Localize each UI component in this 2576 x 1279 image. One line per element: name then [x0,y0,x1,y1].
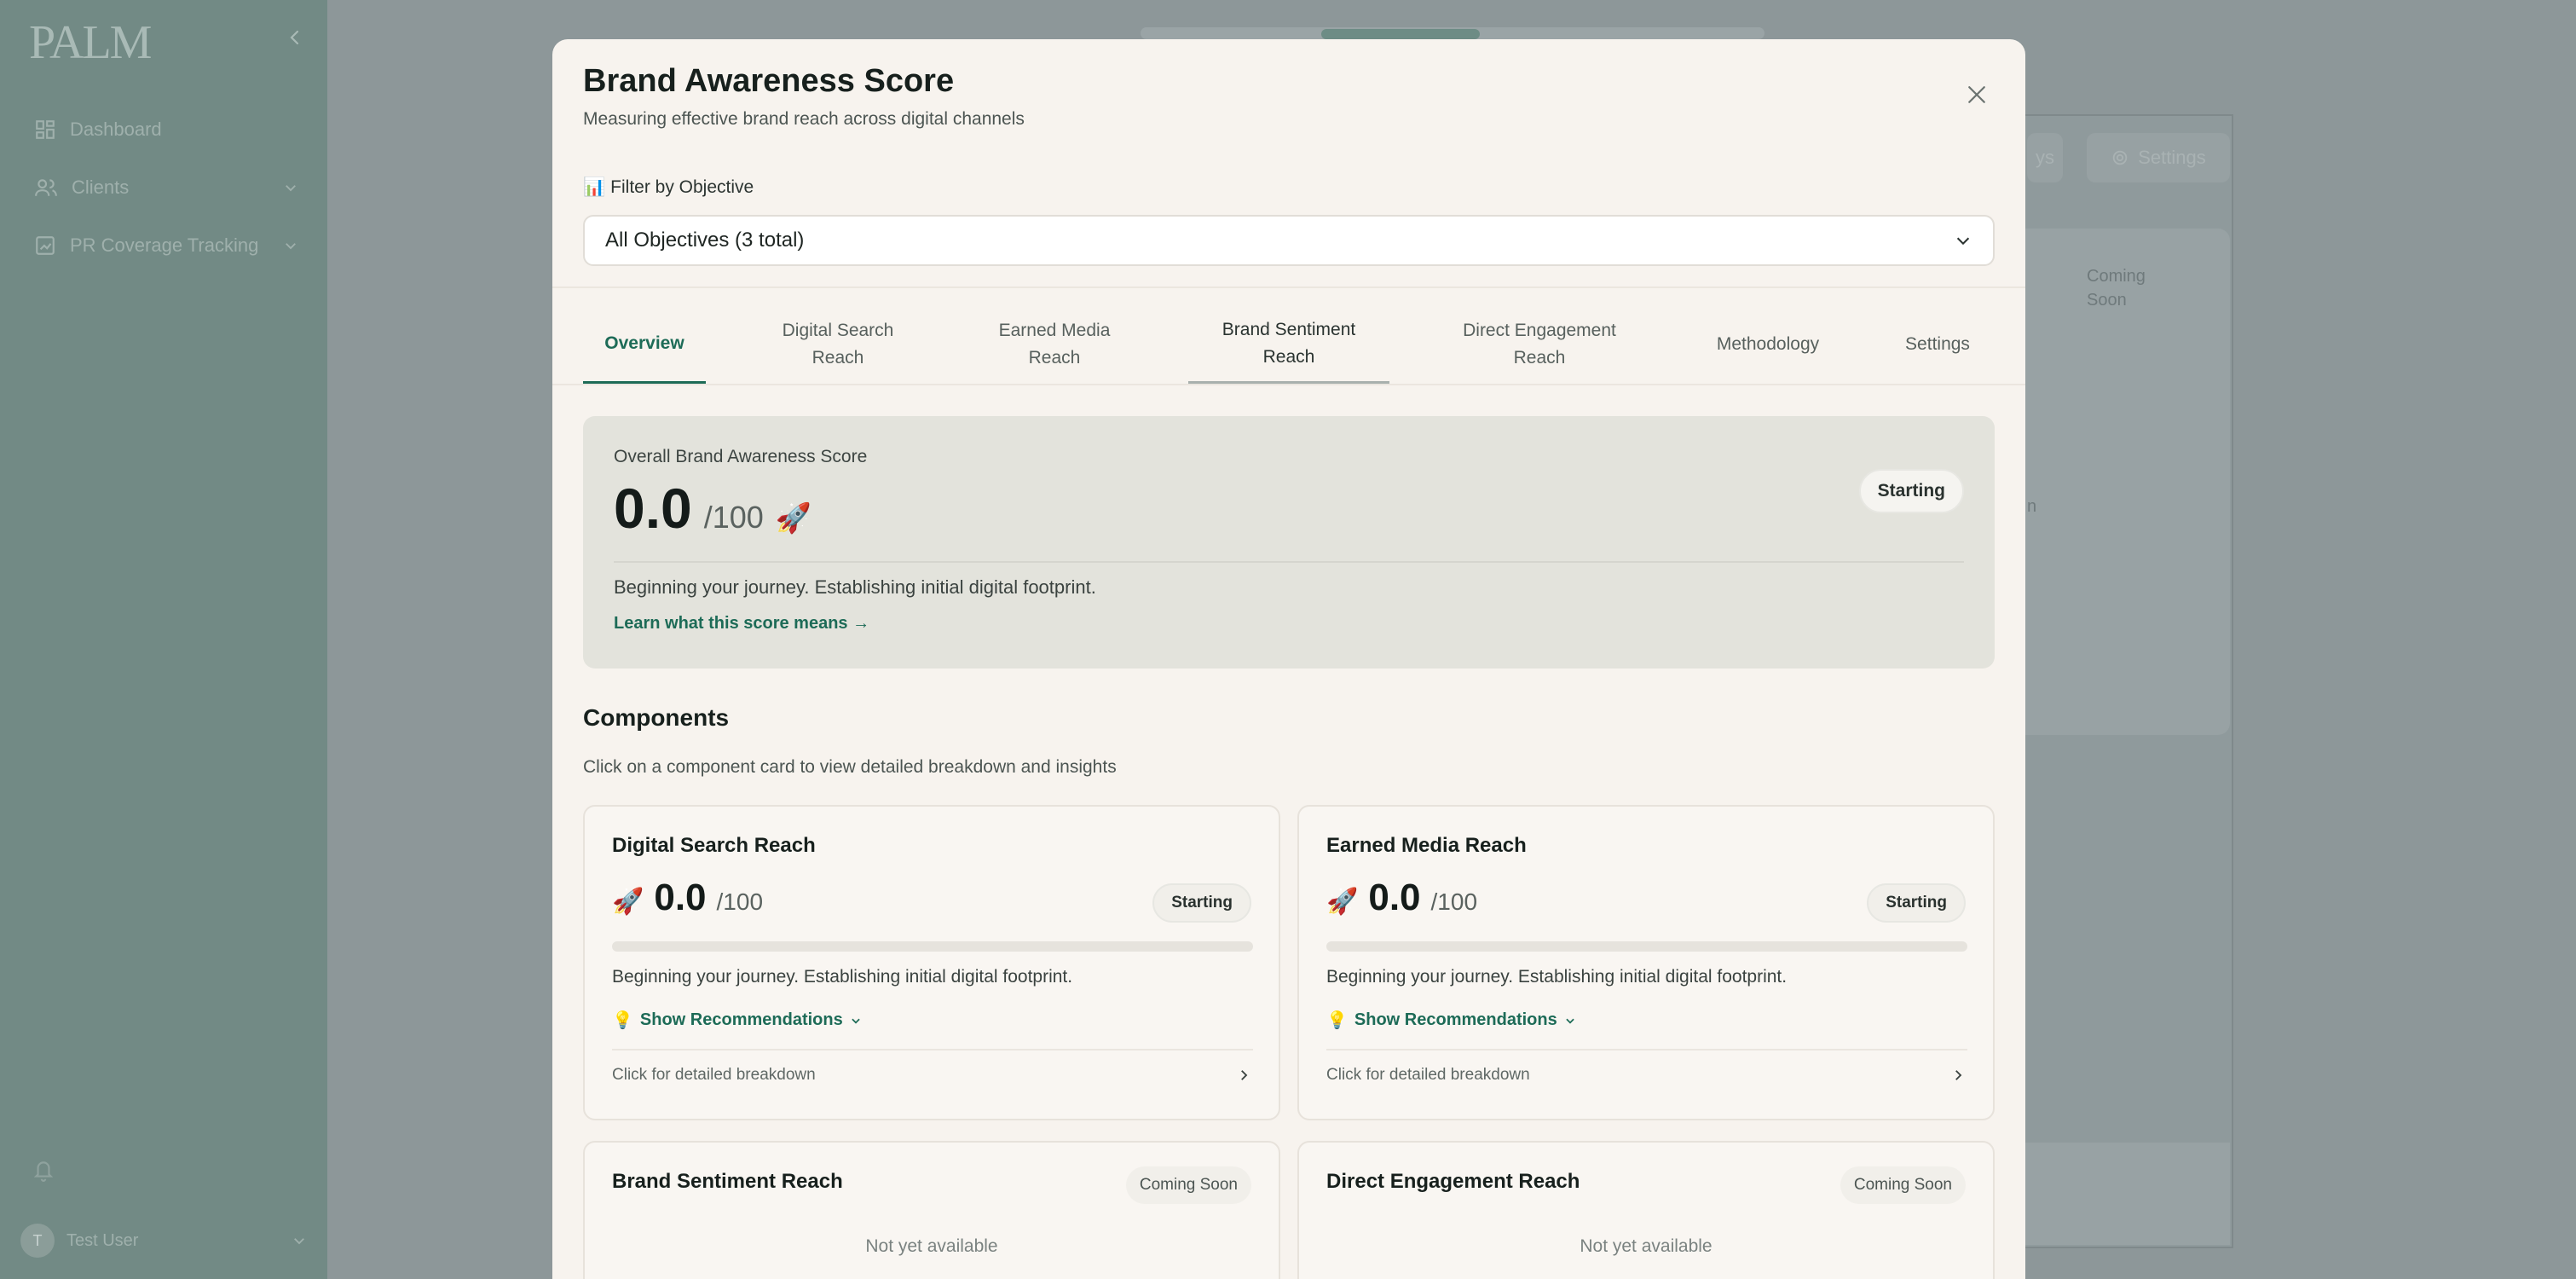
card-divider [612,1049,1253,1050]
progress-bar [612,941,1253,952]
gear-icon [2113,150,2128,165]
background-button-label: Settings [2138,147,2206,168]
show-recommendations-toggle[interactable]: 💡 Show Recommendations [1326,1010,1576,1031]
background-button-partial: ys [2027,133,2063,182]
not-available-text: Not yet available [1580,1236,1713,1256]
show-recommendations-toggle[interactable]: 💡 Show Recommendations [612,1010,862,1031]
sidebar-item-dashboard[interactable]: Dashboard [34,113,298,147]
user-menu[interactable]: T Test User [20,1221,307,1260]
recommendations-label: Show Recommendations [1354,1010,1557,1029]
bell-icon[interactable] [32,1158,55,1182]
card-title: Earned Media Reach [1326,834,1527,857]
card-score: 🚀 0.0 /100 [1326,877,1477,919]
lightbulb-icon: 💡 [1326,1011,1348,1030]
sidebar-item-label: PR Coverage Tracking [70,234,259,256]
bar-chart-icon: 📊 [583,177,606,197]
card-description: Beginning your journey. Establishing ini… [612,967,1073,987]
score-divider [614,561,1964,563]
tabs-divider-bottom [552,384,2025,385]
coming-soon-badge: Coming Soon [1125,1166,1251,1204]
not-available-text: Not yet available [865,1236,998,1256]
close-icon[interactable] [1964,82,1990,107]
rocket-icon: 🚀 [775,502,812,535]
modal-title: Brand Awareness Score [583,63,955,99]
background-footer [2022,1143,2230,1245]
card-footer-text: Click for detailed breakdown [1326,1066,1530,1084]
tab-digital-search-reach[interactable]: Digital Search Reach [757,305,919,384]
user-name: Test User [66,1230,139,1250]
sidebar-item-clients[interactable]: Clients [34,171,298,205]
overall-score-card: Overall Brand Awareness Score 0.0 /100 🚀… [583,416,1995,668]
brand-awareness-modal: Brand Awareness Score Measuring effectiv… [552,39,2025,1279]
coming-soon-badge: Coming Soon [1840,1166,1966,1204]
card-title: Brand Sentiment Reach [612,1170,843,1193]
progress-bar [1326,941,1967,952]
component-card-digital-search[interactable]: Digital Search Reach 🚀 0.0 /100 Starting… [583,805,1280,1120]
collapse-sidebar-icon[interactable] [285,27,305,48]
recommendations-label: Show Recommendations [639,1010,843,1029]
score-description: Beginning your journey. Establishing ini… [614,576,1096,598]
chevron-right-icon [1955,1070,1962,1080]
tab-brand-sentiment-reach[interactable]: Brand Sentiment Reach [1188,305,1389,384]
avatar: T [20,1224,55,1258]
components-subtitle: Click on a component card to view detail… [583,757,1117,777]
sidebar-item-pr-coverage[interactable]: PR Coverage Tracking [34,229,298,263]
card-title: Direct Engagement Reach [1326,1170,1580,1193]
chevron-down-icon [294,1238,304,1245]
tab-overview[interactable]: Overview [583,305,706,384]
components-heading: Components [583,704,730,731]
sidebar: PALM Dashboard Clients PR Coverage Track… [0,0,327,1279]
chevron-down-icon [1956,237,1970,246]
chevron-down-icon [286,185,296,192]
lightbulb-icon: 💡 [612,1011,633,1030]
logo: PALM [29,16,152,69]
tab-earned-media-reach[interactable]: Earned Media Reach [973,305,1135,384]
background-text-fragment: n [2027,497,2037,516]
rocket-icon: 🚀 [1326,888,1359,916]
component-card-earned-media[interactable]: Earned Media Reach 🚀 0.0 /100 Starting B… [1297,805,1995,1120]
card-title: Digital Search Reach [612,834,816,857]
filter-label: 📊 Filter by Objective [583,177,754,198]
sidebar-item-label: Clients [72,177,130,198]
tabs-divider-top [552,286,2025,288]
tab-settings[interactable]: Settings [1882,305,1993,384]
component-card-brand-sentiment[interactable]: Brand Sentiment Reach Coming Soon Not ye… [583,1141,1280,1279]
objective-filter-select[interactable]: All Objectives (3 total) [583,215,1995,266]
status-badge: Starting [1152,883,1251,923]
card-footer-text: Click for detailed breakdown [612,1066,816,1084]
background-tab-active [1321,29,1480,39]
grid-icon [36,120,55,139]
score-value: 0.0 [614,477,692,540]
rocket-icon: 🚀 [612,888,644,916]
tab-direct-engagement-reach[interactable]: Direct Engagement Reach [1439,305,1640,384]
background-coming-soon: Coming Soon [2087,267,2146,310]
card-score-value: 0.0 [1368,877,1421,918]
learn-more-link[interactable]: Learn what this score means → [614,614,869,634]
chart-icon [36,236,55,255]
modal-subtitle: Measuring effective brand reach across d… [583,109,1025,129]
card-description: Beginning your journey. Establishing ini… [1326,967,1788,987]
component-card-direct-engagement[interactable]: Direct Engagement Reach Coming Soon Not … [1297,1141,1995,1279]
tab-methodology[interactable]: Methodology [1695,305,1841,384]
chevron-right-icon [1241,1070,1248,1080]
chevron-down-icon [852,1018,860,1024]
filter-label-text: Filter by Objective [610,177,754,197]
status-badge: Starting [1858,469,1964,513]
background-settings-button: Settings [2087,133,2230,182]
card-score-max: /100 [1430,888,1478,915]
score-value-group: 0.0 /100 🚀 [614,476,811,541]
chevron-down-icon [1566,1018,1574,1024]
status-badge: Starting [1867,883,1966,923]
card-score-value: 0.0 [654,877,707,918]
background-button-label: ys [2036,147,2054,168]
card-divider [1326,1049,1967,1050]
card-score-max: /100 [716,888,764,915]
score-label: Overall Brand Awareness Score [614,447,868,466]
chevron-down-icon [286,243,296,250]
sidebar-item-label: Dashboard [70,119,162,140]
card-score: 🚀 0.0 /100 [612,877,763,919]
objective-filter-value: All Objectives (3 total) [605,229,805,252]
users-icon [35,179,57,196]
score-max: /100 [703,500,764,535]
